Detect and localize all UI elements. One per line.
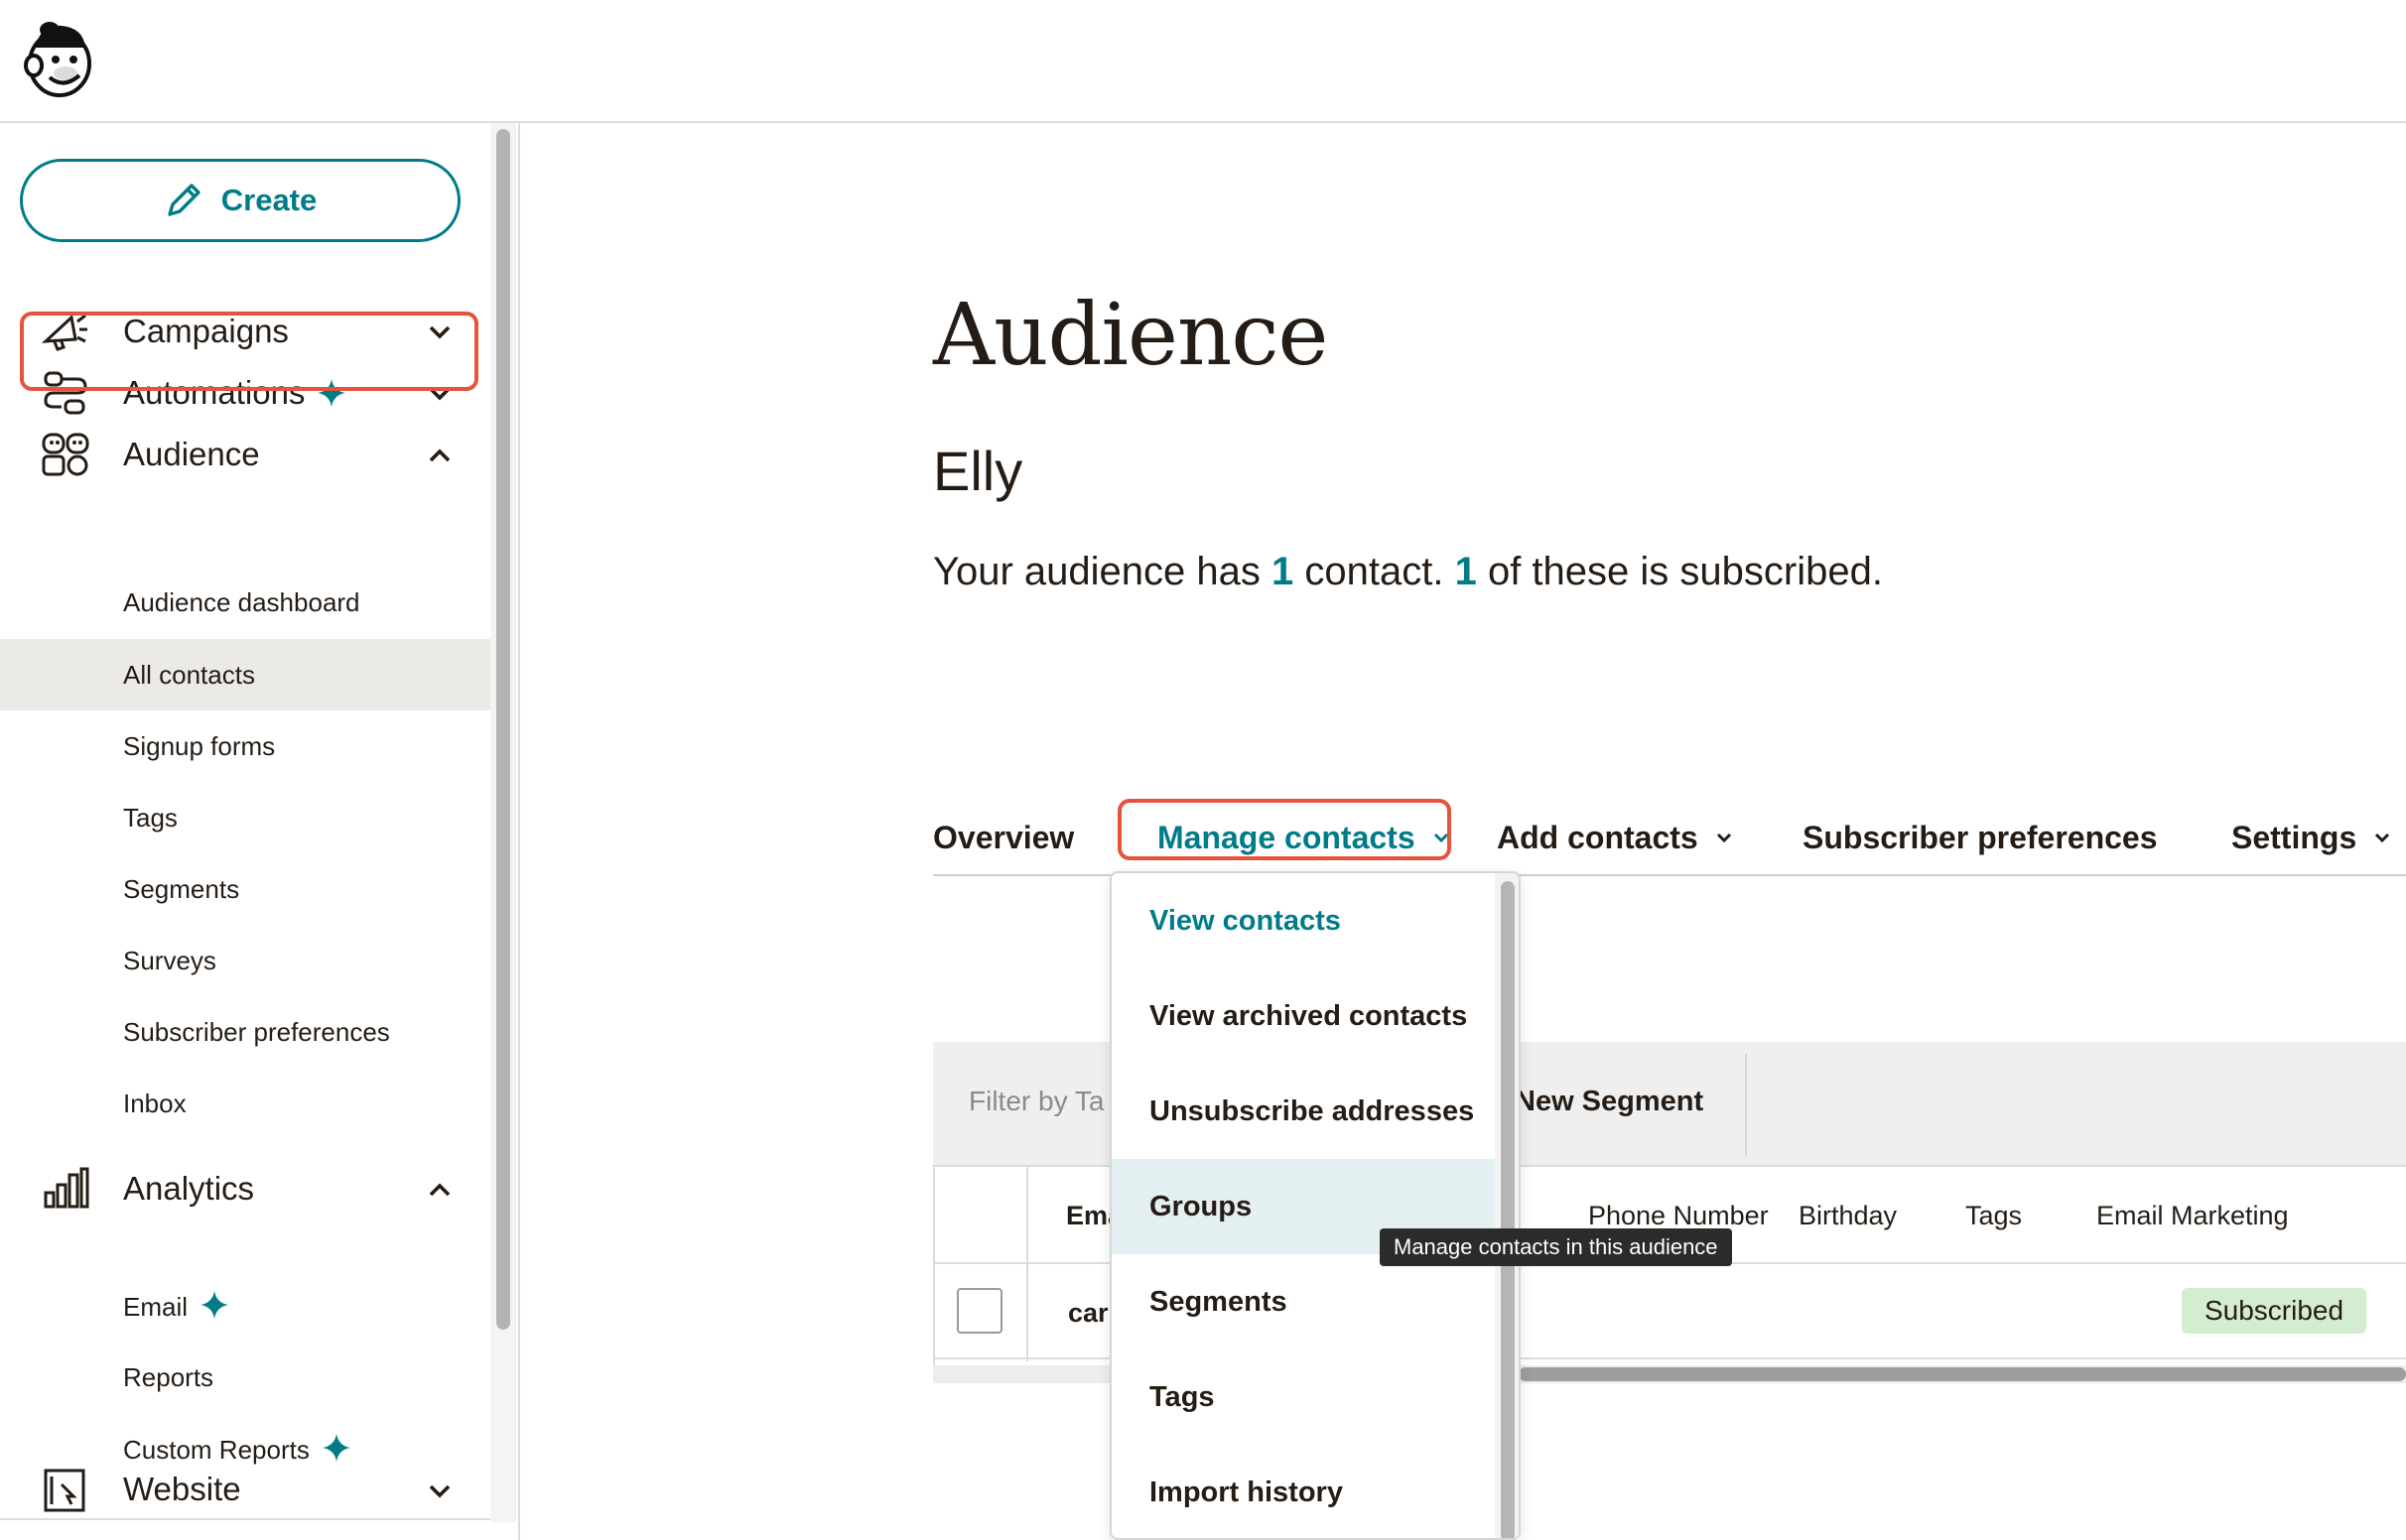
tab-subscriber-preferences[interactable]: Subscriber preferences — [1803, 803, 2158, 872]
sidebar-scrollbar-thumb[interactable] — [496, 129, 510, 1330]
subscribed-count[interactable]: 1 — [1455, 550, 1477, 593]
tab-overview[interactable]: Overview — [933, 803, 1074, 872]
sidebar-subitem-label: Signup forms — [123, 730, 276, 761]
chevron-up-icon[interactable] — [425, 1175, 455, 1205]
create-button[interactable]: Create — [20, 159, 461, 242]
audience-icon — [42, 433, 89, 476]
sidebar-subitem-label: Subscriber preferences — [123, 1016, 390, 1047]
contacts-count[interactable]: 1 — [1271, 550, 1293, 593]
chevron-down-icon[interactable] — [425, 1476, 455, 1506]
sidebar-item-audience-highlight — [20, 312, 478, 391]
sidebar-subitem-label: Reports — [123, 1361, 214, 1392]
sparkle-icon — [322, 1433, 350, 1462]
divider — [1745, 1054, 1747, 1157]
chevron-down-icon — [2375, 833, 2390, 843]
column-header-email-marketing[interactable]: Email Marketing — [2096, 1201, 2289, 1231]
sidebar-subitem-signup-forms[interactable]: Signup forms — [0, 710, 490, 782]
audience-summary: Your audience has 1 contact. 1 of these … — [933, 550, 1883, 593]
row-checkbox[interactable] — [957, 1288, 1002, 1334]
tab-settings[interactable]: Settings — [2231, 803, 2394, 872]
sidebar-subitem-subscriber-preferences[interactable]: Subscriber preferences — [0, 996, 490, 1068]
new-segment-button[interactable]: New Segment — [1515, 1086, 1703, 1118]
sidebar-subitem-label: Surveys — [123, 945, 216, 975]
sidebar-subitem-label: All contacts — [123, 659, 255, 690]
sidebar-subitem-label: Inbox — [123, 1088, 187, 1118]
sidebar-subitem-surveys[interactable]: Surveys — [0, 925, 490, 996]
column-header-phone[interactable]: Phone Number — [1588, 1201, 1769, 1231]
sidebar-subitem-inbox[interactable]: Inbox — [0, 1068, 490, 1139]
manage-contacts-dropdown: View contacts View archived contacts Uns… — [1110, 871, 1521, 1540]
mailchimp-logo-icon[interactable] — [20, 18, 99, 99]
sidebar-subitem-label: Custom Reports — [123, 1433, 351, 1466]
sidebar-item-label: Audience — [123, 436, 260, 472]
sidebar-subitem-label: Tags — [123, 802, 178, 833]
sidebar-item-website[interactable]: Website — [24, 1465, 474, 1520]
menu-item-tags[interactable]: Tags — [1112, 1349, 1495, 1445]
website-icon — [44, 1469, 85, 1512]
sidebar-subitem-label: Segments — [123, 873, 240, 904]
tab-add-contacts[interactable]: Add contacts — [1497, 803, 1736, 872]
pencil-icon — [168, 184, 200, 216]
status-badge: Subscribed — [2182, 1288, 2366, 1334]
dropdown-scrollbar-thumb[interactable] — [1501, 881, 1515, 1538]
column-header-tags[interactable]: Tags — [1965, 1201, 2022, 1231]
sparkle-icon — [200, 1290, 229, 1319]
chevron-up-icon[interactable] — [425, 441, 455, 470]
column-header-birthday[interactable]: Birthday — [1799, 1201, 1897, 1231]
menu-item-unsubscribe-addresses[interactable]: Unsubscribe addresses — [1112, 1064, 1495, 1159]
menu-item-view-contacts[interactable]: View contacts — [1112, 873, 1495, 968]
top-bar — [0, 0, 2406, 123]
filter-input[interactable]: Filter by Ta — [969, 1086, 1104, 1117]
menu-item-segments[interactable]: Segments — [1112, 1254, 1495, 1349]
tab-highlight-outline — [1118, 799, 1451, 860]
sidebar-item-audience[interactable]: Audience — [24, 419, 474, 490]
contact-email[interactable]: carı — [1068, 1298, 1116, 1329]
sidebar-subitem-email[interactable]: Email — [0, 1270, 490, 1342]
sidebar-item-analytics[interactable]: Analytics — [24, 1153, 474, 1224]
page-title: Audience — [933, 286, 1328, 385]
sidebar-subitem-all-contacts[interactable]: All contacts — [0, 639, 490, 710]
create-button-label: Create — [220, 183, 318, 217]
menu-item-import-history[interactable]: Import history — [1112, 1445, 1495, 1538]
sidebar-item-label: Analytics — [123, 1170, 255, 1207]
scrollbar-thumb[interactable] — [1519, 1367, 2406, 1381]
sidebar-subitem-tags[interactable]: Tags — [0, 782, 490, 853]
sidebar-subitem-label: Audience dashboard — [123, 586, 360, 617]
bar-chart-icon — [44, 1167, 89, 1209]
audience-name: Elly — [933, 440, 1023, 502]
sidebar-subitem-reports[interactable]: Reports — [0, 1342, 490, 1413]
tooltip: Manage contacts in this audience — [1380, 1228, 1732, 1266]
sidebar-subitem-audience-dashboard[interactable]: Audience dashboard — [0, 568, 490, 637]
sidebar-item-label: Website — [123, 1471, 241, 1507]
sidebar: Create Campaigns Automations Audience Au… — [0, 123, 520, 1540]
chevron-down-icon — [1716, 833, 1731, 843]
sidebar-subitem-label: Email — [123, 1290, 229, 1323]
menu-item-view-archived-contacts[interactable]: View archived contacts — [1112, 968, 1495, 1064]
sidebar-subitem-segments[interactable]: Segments — [0, 853, 490, 925]
